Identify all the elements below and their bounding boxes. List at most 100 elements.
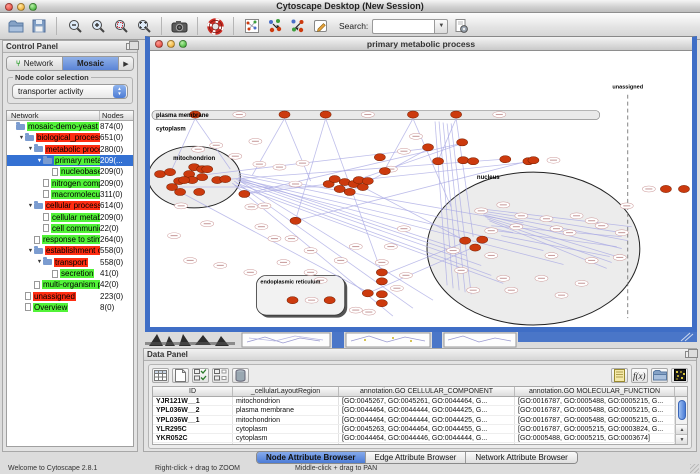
gene-node[interactable]	[290, 217, 301, 224]
gene-node[interactable]	[470, 244, 481, 251]
gene-node[interactable]	[329, 176, 340, 183]
tree-column-nodes[interactable]: Nodes	[100, 111, 133, 120]
expand-arrow-icon[interactable]: ▼	[27, 146, 34, 152]
column-header-id[interactable]: ID	[153, 387, 233, 396]
delete-attribute-icon[interactable]	[232, 368, 249, 383]
tab-network-attribute-browser[interactable]: Network Attribute Browser	[466, 452, 576, 463]
table-row-yjr121w-1[interactable]: YJR121W__1mitochondrion[GO:0045267, GO:0…	[153, 397, 687, 406]
gene-node[interactable]	[460, 237, 471, 244]
tree-row-cellular-process[interactable]: ▼cellular process614(0)	[7, 200, 133, 211]
heatmap-icon[interactable]	[671, 368, 688, 383]
gene-node[interactable]	[202, 166, 213, 173]
table-row-ykr052c[interactable]: YKR052Ccytoplasm[GO:0044464, GO:0044446,…	[153, 434, 687, 443]
network-window-titlebar[interactable]: primary metabolic process	[150, 37, 692, 51]
gene-node[interactable]	[165, 169, 176, 176]
select-attributes-icon[interactable]	[192, 368, 209, 383]
table-row-ylr295c[interactable]: YLR295Ccytoplasm[GO:0045263, GO:0044464,…	[153, 425, 687, 434]
tree-row-macromolecule[interactable]: macromolecule311(0)	[7, 189, 133, 200]
tree-column-network[interactable]: Network	[7, 111, 100, 120]
tree-row-transport[interactable]: ▼transport558(0)	[7, 257, 133, 268]
gene-node[interactable]	[334, 185, 345, 192]
gene-node[interactable]	[239, 190, 250, 197]
tree-row-mosaic-demo-yeast[interactable]: mosaic-demo-yeast874(0)	[7, 121, 133, 132]
resize-grip[interactable]	[690, 464, 699, 473]
search-settings-icon[interactable]	[450, 16, 471, 37]
network-close-button[interactable]	[155, 40, 163, 48]
gene-node[interactable]	[376, 291, 387, 298]
column-header-annotation-go-molecular-function[interactable]: annotation.GO MOLECULAR_FUNCTION	[515, 387, 675, 396]
tree-row-biological-process[interactable]: ▼biological_process651(0)	[7, 132, 133, 143]
scroll-up-arrow[interactable]: ▲	[676, 424, 688, 434]
gene-node[interactable]	[457, 139, 468, 146]
expand-arrow-icon[interactable]: ▼	[36, 259, 43, 265]
expand-arrow-icon[interactable]: ▼	[36, 158, 43, 164]
gene-node[interactable]	[528, 157, 539, 164]
tree-row-establishment-of-lo[interactable]: ▼establishment of lo558(0)	[7, 245, 133, 256]
layout-b-icon[interactable]	[287, 16, 308, 37]
table-row-ypl036w-1[interactable]: YPL036W__1mitochondrion[GO:0044464, GO:0…	[153, 416, 687, 425]
tree-row-cell-communicat[interactable]: cell communicat22(0)	[7, 223, 133, 234]
tree-row-multi-organism-pro[interactable]: multi-organism pro42(0)	[7, 279, 133, 290]
tree-row-nitrogen-compo[interactable]: nitrogen compo209(0)	[7, 177, 133, 188]
network-minimize-button[interactable]	[167, 40, 175, 48]
notes-icon[interactable]	[611, 368, 628, 383]
tree-row-primary-metabo[interactable]: ▼primary metabo209(...	[7, 155, 133, 166]
search-dropdown-arrow[interactable]: ▼	[434, 19, 448, 34]
gene-node[interactable]	[362, 290, 373, 297]
network-canvas[interactable]: plasma membranecytoplasmmitochondrionnuc…	[150, 52, 692, 327]
gene-node[interactable]	[344, 188, 355, 195]
gene-node[interactable]	[155, 171, 166, 178]
tab-network[interactable]: ⑂ Network	[7, 57, 63, 70]
tab-node-attribute-browser[interactable]: Node Attribute Browser	[257, 452, 366, 463]
table-row-ypl036w-2[interactable]: YPL036W__2plasma membrane[GO:0044464, GO…	[153, 406, 687, 415]
plasma-membrane-region[interactable]	[152, 111, 600, 120]
gene-node[interactable]	[660, 185, 671, 192]
save-session-icon[interactable]	[28, 16, 49, 37]
gene-node[interactable]	[376, 278, 387, 285]
gene-node[interactable]	[376, 300, 387, 307]
gene-node[interactable]	[500, 156, 511, 163]
gene-node[interactable]	[379, 168, 390, 175]
annotation-icon[interactable]	[310, 16, 331, 37]
expand-arrow-icon[interactable]: ▼	[18, 135, 25, 141]
scrollbar-thumb[interactable]	[678, 400, 686, 420]
gene-node[interactable]	[477, 236, 488, 243]
import-folder-icon[interactable]	[651, 368, 668, 383]
zoom-selected-region-icon[interactable]	[110, 16, 131, 37]
float-data-panel-icon[interactable]	[685, 351, 693, 358]
gene-node[interactable]	[220, 176, 231, 183]
formula-icon[interactable]: f(x)	[631, 368, 648, 383]
gene-node[interactable]	[678, 185, 689, 192]
layout-a-icon[interactable]	[264, 16, 285, 37]
network-zoom-button[interactable]	[179, 40, 187, 48]
gene-node[interactable]	[451, 111, 462, 118]
new-attribute-icon[interactable]	[172, 368, 189, 383]
gene-node[interactable]	[175, 188, 186, 195]
attribute-table-icon[interactable]	[152, 368, 169, 383]
scroll-down-arrow[interactable]: ▼	[676, 434, 688, 444]
close-window-button[interactable]	[5, 3, 13, 11]
tree-row-response-to-stimulu[interactable]: response to stimulu264(0)	[7, 234, 133, 245]
gene-node[interactable]	[433, 158, 444, 165]
node-color-combobox[interactable]: transporter activity ▲▼	[12, 84, 128, 99]
help-lifesaver-icon[interactable]	[205, 16, 226, 37]
unselect-attributes-icon[interactable]	[212, 368, 229, 383]
network-overview-icon[interactable]	[241, 16, 262, 37]
gene-node[interactable]	[458, 157, 469, 164]
gene-node[interactable]	[374, 154, 385, 161]
gene-node[interactable]	[423, 144, 434, 151]
zoom-in-icon[interactable]	[87, 16, 108, 37]
gene-node[interactable]	[287, 297, 298, 304]
tree-row-metabolic-process[interactable]: ▼metabolic process280(0)	[7, 144, 133, 155]
gene-node[interactable]	[407, 111, 418, 118]
zoom-window-button[interactable]	[29, 3, 37, 11]
table-row-ydr039c-1[interactable]: YDR039C__1mitochondrion[GO:0044464, GO:0…	[153, 443, 687, 445]
tree-row-secretion[interactable]: secretion41(0)	[7, 268, 133, 279]
table-scrollbar[interactable]: ▲ ▼	[675, 397, 687, 444]
gene-node[interactable]	[320, 111, 331, 118]
gene-node[interactable]	[179, 176, 190, 183]
tree-row-nucleobase-c[interactable]: nucleobase-c209(0)	[7, 166, 133, 177]
column-header-annotation-go-cellular-component[interactable]: annotation.GO CELLULAR_COMPONENT	[339, 387, 515, 396]
tab-edge-attribute-browser[interactable]: Edge Attribute Browser	[366, 452, 467, 463]
gene-node[interactable]	[324, 297, 335, 304]
